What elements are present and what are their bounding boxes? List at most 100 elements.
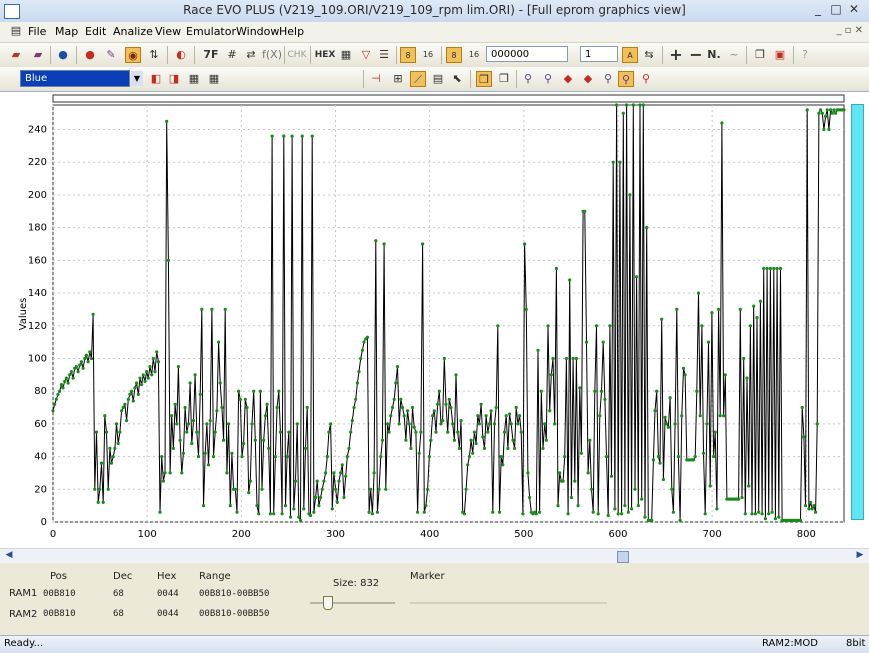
data-point — [487, 422, 492, 426]
menu-map[interactable]: Map — [55, 25, 78, 38]
normalize-icon[interactable]: N. — [706, 47, 722, 63]
menu-file[interactable]: File — [28, 25, 46, 38]
color-select[interactable]: Blue ▼ — [20, 70, 143, 87]
next-map-icon[interactable]: ◨ — [166, 71, 182, 87]
close-icon[interactable]: ✕ — [845, 2, 863, 16]
plus-icon[interactable]: + — [668, 47, 684, 63]
grid-toggle-icon[interactable]: ⊞ — [390, 71, 406, 87]
data-point — [772, 266, 776, 271]
paste-icon[interactable]: ▣ — [772, 47, 788, 63]
address-field[interactable]: 000000 — [486, 46, 568, 62]
data-point — [71, 376, 75, 380]
16bit-icon[interactable]: 16 — [420, 47, 436, 63]
data-point — [300, 134, 304, 138]
burn-icon[interactable]: ● — [82, 47, 98, 63]
help-icon[interactable]: ? — [797, 47, 813, 63]
table-icon[interactable]: ▦ — [338, 47, 354, 63]
list-icon[interactable]: ☰ — [376, 47, 392, 63]
grid-add-icon[interactable]: ▦ — [186, 71, 202, 87]
maximize-icon[interactable]: □ — [827, 2, 845, 16]
chk-button[interactable]: CHK — [287, 47, 307, 63]
page-compare-icon[interactable]: ❐ — [496, 71, 512, 87]
data-point — [426, 487, 430, 491]
grid-remove-icon[interactable]: ▦ — [206, 71, 222, 87]
status-bits: 8bit — [846, 638, 866, 649]
scroll-thumb[interactable] — [617, 551, 629, 563]
view-table-icon[interactable]: ▤ — [430, 71, 446, 87]
menu-view[interactable]: View — [155, 25, 181, 38]
data-point — [427, 455, 431, 459]
overview-strip[interactable] — [52, 94, 845, 103]
line-graph-icon[interactable]: ⟋ — [410, 71, 426, 87]
save-icon[interactable]: ▰ — [30, 47, 46, 63]
data-point — [757, 510, 761, 514]
sort-icon[interactable]: ⇅ — [146, 47, 162, 63]
menu-window[interactable]: Window — [236, 25, 279, 38]
8bit-icon[interactable]: 8 — [400, 47, 416, 63]
data-point — [436, 402, 440, 406]
cursor-move-icon[interactable]: ⊣ — [368, 71, 384, 87]
filter-icon[interactable]: ▽ — [358, 47, 374, 63]
bookmark-icon[interactable]: ◆ — [560, 71, 576, 87]
data-point — [594, 324, 599, 328]
grid-edit-icon[interactable]: # — [224, 47, 240, 63]
search-next-icon[interactable]: ⚲ — [540, 71, 556, 87]
data-point — [302, 507, 306, 511]
step-field[interactable]: 1 — [580, 46, 618, 62]
menu-help[interactable]: Help — [279, 25, 304, 38]
pointer-icon[interactable]: ⬉ — [449, 71, 465, 87]
data-point — [196, 455, 201, 459]
tools-icon[interactable]: ✎ — [103, 47, 119, 63]
flip-icon[interactable]: ⇆ — [641, 47, 657, 63]
chart-area[interactable]: 0 20 40 60 80 100 120 140 160 180 200 220 240 0 100 20… — [0, 91, 869, 549]
marker-slider-track[interactable] — [410, 602, 607, 604]
find-active-icon[interactable]: ⚲ — [618, 71, 634, 87]
8bit-alt-icon[interactable]: 8 — [446, 47, 462, 63]
find-map-icon[interactable]: ⚲ — [600, 71, 616, 87]
data-point — [237, 389, 241, 393]
mdi-minimize-icon[interactable]: _ — [836, 25, 841, 36]
eprom-chart[interactable]: 0 20 40 60 80 100 120 140 160 180 200 220 240 0 100 20… — [0, 92, 869, 549]
open-icon[interactable]: ▰ — [8, 47, 24, 63]
data-point — [303, 446, 308, 450]
abs-icon[interactable]: A — [622, 47, 638, 63]
data-point — [643, 515, 647, 519]
seven-f-button[interactable]: 7F — [200, 47, 222, 63]
data-point — [181, 451, 185, 455]
scroll-left-icon[interactable]: ◀ — [3, 550, 15, 562]
data-point — [113, 446, 117, 450]
chevron-down-icon[interactable]: ▼ — [131, 71, 143, 86]
smooth-icon[interactable]: ~ — [726, 47, 742, 63]
minimize-icon[interactable]: _ — [809, 2, 827, 16]
prev-map-icon[interactable]: ◧ — [148, 71, 164, 87]
data-point — [553, 422, 557, 426]
data-point — [705, 422, 709, 426]
find-clear-icon[interactable]: ⚲ — [638, 71, 654, 87]
checksum-icon[interactable]: ◉ — [125, 47, 141, 63]
data-point — [220, 405, 224, 410]
data-point — [477, 422, 481, 426]
mdi-restore-icon[interactable]: ▫ — [845, 25, 852, 36]
hex-button[interactable]: HEX — [314, 47, 336, 63]
search-icon[interactable]: ⚲ — [520, 71, 536, 87]
horizontal-scrollbar[interactable]: ◀ ▶ — [0, 548, 869, 563]
data-point — [385, 422, 390, 426]
bookmark-next-icon[interactable]: ◆ — [580, 71, 596, 87]
menu-emulator[interactable]: Emulator — [186, 25, 236, 38]
minus-icon[interactable]: − — [688, 47, 704, 63]
magnet-icon[interactable]: ◐ — [173, 47, 189, 63]
menu-edit[interactable]: Edit — [85, 25, 106, 38]
size-slider-thumb[interactable] — [323, 596, 333, 610]
page-copy-icon[interactable]: ❐ — [476, 71, 492, 87]
vertical-range-bar[interactable] — [851, 104, 864, 520]
copy-icon[interactable]: ❐ — [752, 47, 768, 63]
swap-icon[interactable]: ⇄ — [243, 47, 259, 63]
document-icon[interactable]: ▤ — [8, 23, 24, 39]
16bit-alt-icon[interactable]: 16 — [466, 47, 482, 63]
data-point — [245, 405, 249, 410]
menu-analize[interactable]: Analize — [113, 25, 153, 38]
fx-button[interactable]: f(X) — [260, 47, 284, 63]
info-icon[interactable]: ● — [55, 47, 71, 63]
mdi-close-icon[interactable]: ✕ — [855, 25, 863, 36]
scroll-right-icon[interactable]: ▶ — [854, 550, 866, 562]
